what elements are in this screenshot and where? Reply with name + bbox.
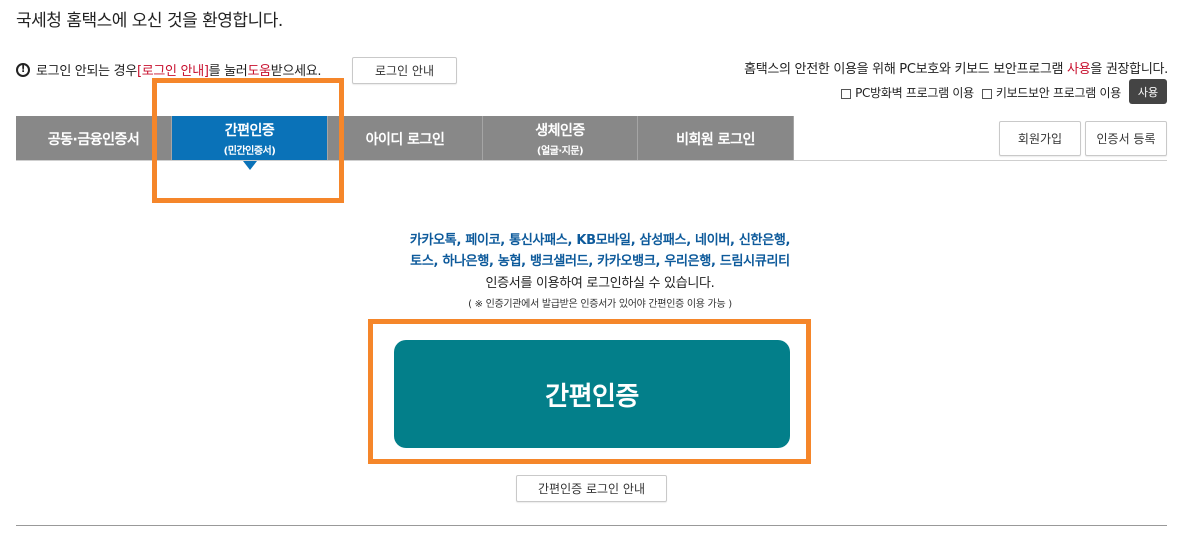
- provider-list: 카카오톡, 페이코, 통신사패스, KB모바일, 삼성패스, 네이버, 신한은행…: [300, 230, 900, 272]
- tab-joint-financial-cert[interactable]: 공동·금융인증서: [16, 116, 172, 161]
- highlight-box-tab: [152, 78, 344, 203]
- help-text-after: 받으세요.: [270, 64, 322, 79]
- tab-non-member-login[interactable]: 비회원 로그인: [638, 116, 794, 161]
- provider-list-line-1: 카카오톡, 페이코, 통신사패스, KB모바일, 삼성패스, 네이버, 신한은행…: [409, 233, 791, 248]
- security-text-before: 홈택스의 안전한 이용을 위해 PC보호와 키보드 보안프로그램: [744, 62, 1068, 77]
- signup-button[interactable]: 회원가입: [999, 121, 1081, 156]
- firewall-checkbox-text: PC방화벽 프로그램 이용: [855, 86, 974, 100]
- help-red-word: 도움: [247, 64, 271, 79]
- keyboard-security-checkbox-label[interactable]: 키보드보안 프로그램 이용: [981, 84, 1121, 101]
- login-guide-link[interactable]: [로그인 안내]: [137, 60, 209, 79]
- tab-label: 아이디 로그인: [365, 131, 445, 148]
- login-help-message: ! 로그인 안되는 경우 [로그인 안내] 를 눌러 도움 받으세요.: [16, 60, 322, 79]
- requirement-note: ( ※ 인증기관에서 발급받은 인증서가 있어야 간편인증 이용 가능 ): [468, 299, 732, 310]
- tab-label: 생체인증: [535, 123, 585, 139]
- simple-auth-guide-button[interactable]: 간편인증 로그인 안내: [516, 475, 667, 502]
- use-security-button[interactable]: 사용: [1129, 79, 1167, 104]
- tab-label: 비회원 로그인: [676, 131, 755, 148]
- firewall-checkbox[interactable]: [841, 88, 852, 99]
- keyboard-security-checkbox-text: 키보드보안 프로그램 이용: [995, 86, 1121, 100]
- keyboard-security-checkbox[interactable]: [981, 88, 992, 99]
- cert-register-button[interactable]: 인증서 등록: [1085, 121, 1167, 156]
- security-red-word: 사용: [1067, 62, 1091, 77]
- highlight-box-button: [368, 319, 811, 464]
- security-checkboxes: PC방화벽 프로그램 이용 키보드보안 프로그램 이용: [841, 84, 1121, 101]
- provider-list-line-2: 토스, 하나은행, 농협, 뱅크샐러드, 카카오뱅크, 우리은행, 드림시큐리티: [410, 254, 790, 269]
- tab-sublabel: (얼굴·지문): [536, 146, 584, 157]
- login-tabs: 공동·금융인증서 간편인증 (민간인증서) 아이디 로그인 생체인증 (얼굴·지…: [16, 116, 794, 170]
- security-message: 홈택스의 안전한 이용을 위해 PC보호와 키보드 보안프로그램 사용을 권장합…: [744, 58, 1168, 77]
- page-title: 국세청 홈택스에 오신 것을 환영합니다.: [16, 11, 283, 31]
- tab-label: 공동·금융인증서: [47, 131, 140, 148]
- help-text-middle: 를 눌러: [208, 64, 248, 79]
- tab-id-login[interactable]: 아이디 로그인: [328, 116, 483, 161]
- login-guide-button[interactable]: 로그인 안내: [352, 57, 457, 84]
- bottom-divider: [16, 525, 1167, 526]
- firewall-checkbox-label[interactable]: PC방화벽 프로그램 이용: [841, 84, 974, 101]
- help-text-before: 로그인 안되는 경우: [36, 64, 137, 79]
- security-text-after: 을 권장합니다.: [1090, 62, 1168, 77]
- tab-biometric-auth[interactable]: 생체인증 (얼굴·지문): [483, 116, 638, 161]
- availability-text: 인증서를 이용하여 로그인하실 수 있습니다.: [485, 276, 715, 291]
- alert-circle-icon: !: [16, 62, 30, 77]
